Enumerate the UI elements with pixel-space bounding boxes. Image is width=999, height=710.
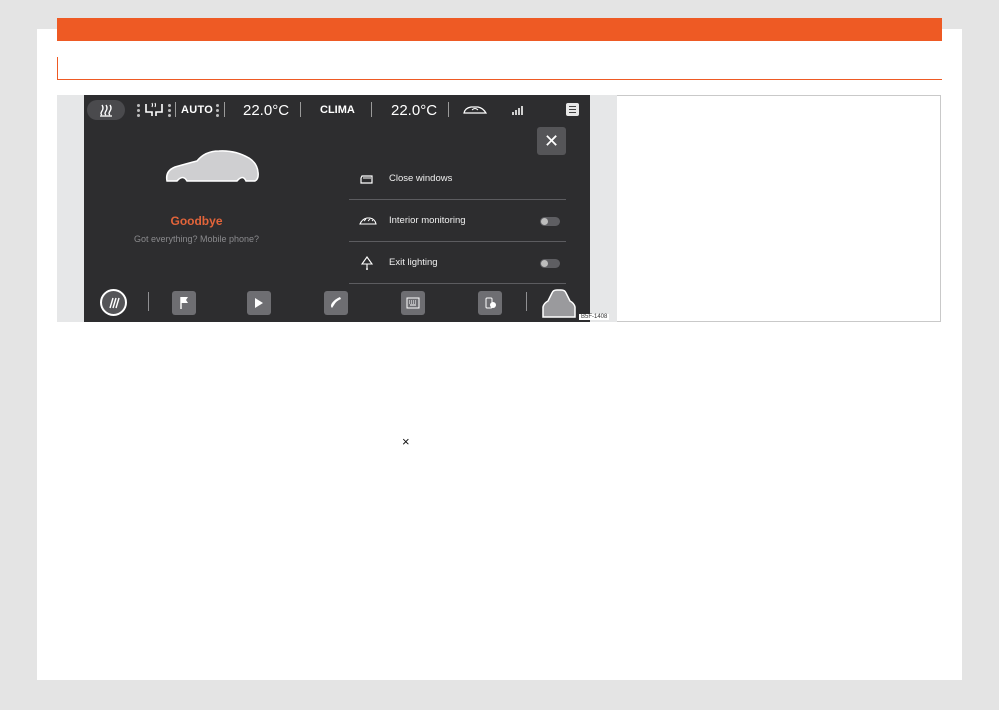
screen-bezel-right — [590, 95, 617, 322]
close-button[interactable]: ✕ — [537, 127, 566, 155]
media-play-icon — [255, 298, 263, 308]
status-separator — [175, 102, 176, 117]
right-temperature[interactable]: 22.0 °C — [391, 95, 437, 125]
status-separator — [371, 102, 372, 117]
infotainment-screen: AUTO 22.0 °C CLIMA 22.0 °C ✕ Goodbye Got… — [84, 95, 590, 322]
status-separator — [448, 102, 449, 117]
car-settings-button[interactable] — [478, 291, 502, 315]
dock-separator — [526, 292, 527, 311]
right-temperature-value: 22.0 — [391, 101, 421, 119]
close-icon: ✕ — [543, 130, 560, 151]
seat-heating-icon — [145, 102, 163, 116]
auto-mode-dots — [216, 103, 220, 117]
option-interior-monitoring[interactable]: Interior monitoring — [349, 200, 566, 242]
menu-button[interactable] — [566, 103, 579, 116]
seat-heating-right-dots — [168, 103, 171, 117]
screen-bezel-left — [57, 95, 84, 322]
car-settings-icon — [485, 297, 496, 309]
phone-icon — [331, 297, 341, 308]
window-icon — [360, 175, 373, 184]
dock-separator — [148, 292, 149, 311]
phone-button[interactable] — [324, 291, 348, 315]
car-silhouette-image — [165, 150, 259, 182]
signal-icon — [512, 106, 523, 115]
navigation-button[interactable] — [172, 291, 196, 315]
exit-lighting-toggle[interactable] — [540, 259, 560, 268]
status-separator — [300, 102, 301, 117]
car-icon — [542, 289, 576, 318]
navigation-flag-icon — [180, 297, 188, 309]
car-button[interactable] — [539, 287, 577, 320]
exit-lighting-icon — [360, 256, 374, 270]
auto-mode-button[interactable]: AUTO — [181, 95, 220, 125]
recirculation-button[interactable] — [462, 95, 488, 125]
clima-button[interactable]: CLIMA — [320, 95, 355, 125]
left-temperature-unit: °C — [272, 101, 290, 119]
interior-monitoring-icon — [359, 217, 377, 225]
status-separator — [224, 102, 225, 117]
auto-mode-label: AUTO — [181, 104, 214, 116]
status-bar: AUTO 22.0 °C CLIMA 22.0 °C — [84, 95, 590, 125]
interior-monitoring-toggle[interactable] — [540, 217, 560, 226]
heated-rear-window-icon — [100, 104, 112, 117]
header-bar — [57, 18, 942, 41]
option-close-windows[interactable]: Close windows — [349, 158, 566, 200]
left-temperature-value: 22.0 — [243, 101, 273, 119]
section-heading-rule — [57, 57, 942, 80]
rear-defrost-icon — [108, 297, 120, 308]
bottom-dock — [84, 285, 590, 322]
figure-code: B5F-1408 — [579, 314, 610, 320]
left-temperature[interactable]: 22.0 °C — [243, 95, 289, 125]
apps-keyboard-icon — [406, 297, 420, 309]
seat-heating-left-dots — [137, 103, 140, 117]
right-temperature-unit: °C — [420, 101, 438, 119]
option-label: Exit lighting — [389, 257, 438, 268]
goodbye-title: Goodbye — [170, 214, 223, 228]
apps-button[interactable] — [401, 291, 425, 315]
option-label: Close windows — [389, 173, 453, 184]
rear-defrost-button[interactable] — [100, 289, 127, 316]
option-exit-lighting[interactable]: Exit lighting — [349, 242, 566, 284]
goodbye-subtitle: Got everything? Mobile phone? — [133, 234, 260, 244]
clima-label: CLIMA — [320, 104, 355, 116]
close-symbol-text: × — [402, 434, 410, 449]
heated-rear-window-button[interactable] — [87, 100, 125, 120]
recirculation-car-icon — [463, 106, 488, 114]
option-label: Interior monitoring — [389, 215, 466, 226]
media-button[interactable] — [247, 291, 271, 315]
seat-heating-button[interactable] — [134, 95, 171, 125]
